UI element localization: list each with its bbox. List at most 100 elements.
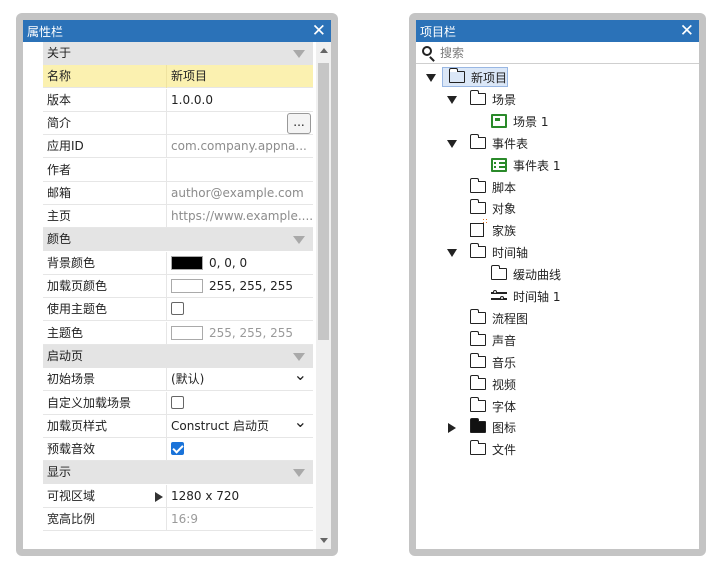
property-row[interactable]: 宽高比例 16:9: [43, 508, 313, 531]
property-section-header: 关于: [43, 42, 313, 65]
property-row[interactable]: 简介...: [43, 111, 313, 135]
property-section-header: 显示: [43, 461, 313, 485]
ellipsis-button[interactable]: ...: [287, 112, 311, 134]
tree-item-label: 事件表: [492, 136, 529, 151]
property-value[interactable]: 16:9: [166, 508, 313, 531]
property-row[interactable]: 可视区域 1280 x 720: [43, 484, 313, 508]
tree-item-label: 对象: [492, 202, 517, 217]
scene-icon: [491, 113, 507, 128]
property-value[interactable]: author@example.com: [166, 181, 313, 205]
property-value[interactable]: [166, 158, 313, 182]
color-swatch[interactable]: [171, 255, 203, 270]
tree-item[interactable]: 图标: [447, 418, 699, 438]
property-value[interactable]: [166, 391, 313, 415]
scroll-up-icon[interactable]: [320, 48, 328, 53]
close-icon[interactable]: ✕: [312, 20, 326, 42]
tree-item[interactable]: 脚本: [447, 177, 699, 198]
tree-item[interactable]: 时间轴 1: [468, 287, 699, 307]
folder-icon: [469, 330, 486, 346]
expand-arrow-icon[interactable]: [447, 95, 457, 104]
property-value[interactable]: https://www.example....: [166, 205, 313, 229]
tree-item[interactable]: 声音: [447, 330, 699, 351]
tree-item[interactable]: 新项目: [426, 67, 686, 88]
tree-item-label: 时间轴: [492, 246, 529, 261]
scroll-down-icon[interactable]: [320, 538, 328, 543]
expand-arrow-icon[interactable]: [447, 139, 457, 148]
property-value[interactable]: 1.0.0.0: [166, 88, 313, 112]
tree-item[interactable]: 事件表: [447, 133, 699, 154]
property-row[interactable]: 名称 新项目: [43, 65, 313, 89]
tree-item[interactable]: 缓动曲线: [468, 265, 699, 285]
select-value: Construct 启动页: [171, 418, 269, 433]
property-row[interactable]: 背景颜色 0, 0, 0: [43, 251, 313, 275]
property-row[interactable]: 初始场景 (默认) ⌄: [43, 368, 313, 392]
property-label: 简介: [47, 115, 72, 130]
tree-item-label: 字体: [492, 399, 517, 414]
expand-arrow-icon[interactable]: [426, 74, 436, 82]
property-row[interactable]: 自定义加载场景: [43, 391, 313, 415]
close-icon[interactable]: ✕: [680, 20, 694, 42]
property-label: 主页: [47, 209, 72, 224]
property-row[interactable]: 预载音效: [43, 438, 313, 462]
property-value[interactable]: 1280 x 720: [166, 484, 313, 508]
property-label: 加载页颜色: [47, 279, 108, 293]
collapse-triangle-icon[interactable]: [293, 50, 305, 58]
tree-item-label: 家族: [492, 224, 517, 239]
property-value[interactable]: [166, 298, 313, 322]
tree-item[interactable]: 对象: [447, 199, 699, 219]
search-input[interactable]: [440, 44, 680, 62]
section-label: 显示: [47, 465, 72, 480]
tree-item[interactable]: 场景: [447, 89, 699, 110]
scrollbar-thumb[interactable]: [318, 63, 329, 340]
tree-item[interactable]: 事件表 1: [468, 156, 699, 176]
tree-item-label: 时间轴 1: [513, 290, 561, 304]
property-row[interactable]: 应用ID com.company.appna...: [43, 135, 313, 159]
tree-item[interactable]: 字体: [447, 396, 699, 417]
expand-arrow-icon[interactable]: [447, 249, 457, 258]
property-row[interactable]: 主题色 255, 255, 255: [43, 321, 313, 345]
vertical-scrollbar[interactable]: [316, 42, 331, 549]
checkbox[interactable]: [171, 442, 184, 456]
properties-panel: 属性栏 ✕ 关于 名称 新项目 版本 1.0.0.0 简介... 应用ID com.compa…: [16, 13, 338, 556]
property-value[interactable]: Construct 启动页 ⌄: [166, 414, 313, 438]
tree-item-label: 场景: [492, 92, 517, 107]
property-value[interactable]: (默认) ⌄: [166, 368, 313, 392]
checkbox[interactable]: [171, 302, 184, 316]
property-row[interactable]: 主页 https://www.example....: [43, 205, 313, 229]
tree-item[interactable]: 流程图: [447, 308, 699, 329]
chevron-down-icon[interactable]: ⌄: [294, 368, 307, 386]
property-row[interactable]: 版本 1.0.0.0: [43, 88, 313, 112]
tree-item[interactable]: 家族: [447, 218, 699, 241]
tree-item[interactable]: 音乐: [447, 352, 699, 373]
value-text: com.company.appna...: [171, 139, 307, 154]
property-row[interactable]: 使用主题色: [43, 298, 313, 322]
property-row[interactable]: 邮箱 author@example.com: [43, 181, 313, 205]
property-value[interactable]: [166, 438, 313, 462]
property-value[interactable]: 255, 255, 255: [166, 321, 313, 345]
tree-item[interactable]: 文件: [447, 440, 699, 460]
tree-item[interactable]: 视频: [447, 374, 699, 395]
property-value[interactable]: com.company.appna...: [166, 135, 313, 159]
family-icon: [470, 218, 489, 238]
property-row[interactable]: 作者: [43, 158, 313, 182]
folder-icon: [448, 68, 465, 83]
property-label: 初始场景: [47, 372, 96, 387]
expand-triangle-icon[interactable]: [155, 491, 163, 502]
property-value[interactable]: 新项目: [166, 65, 313, 89]
color-swatch[interactable]: [171, 279, 203, 293]
property-value[interactable]: ...: [166, 111, 313, 135]
property-row[interactable]: 加载页样式 Construct 启动页 ⌄: [43, 414, 313, 438]
property-value[interactable]: 0, 0, 0: [166, 251, 313, 275]
chevron-down-icon[interactable]: ⌄: [294, 415, 307, 433]
select-value: (默认): [171, 372, 205, 387]
value-text: author@example.com: [171, 185, 304, 200]
checkbox[interactable]: [171, 395, 184, 409]
tree-item[interactable]: 时间轴: [447, 243, 699, 263]
collapse-triangle-icon[interactable]: [293, 352, 305, 361]
property-value[interactable]: 255, 255, 255: [166, 275, 313, 298]
tree-item[interactable]: 场景 1: [468, 112, 699, 132]
collapse-triangle-icon[interactable]: [293, 469, 305, 478]
property-row[interactable]: 加载页颜色 255, 255, 255: [43, 275, 313, 298]
collapse-triangle-icon[interactable]: [293, 236, 305, 245]
collapsed-arrow-icon[interactable]: [448, 423, 456, 434]
